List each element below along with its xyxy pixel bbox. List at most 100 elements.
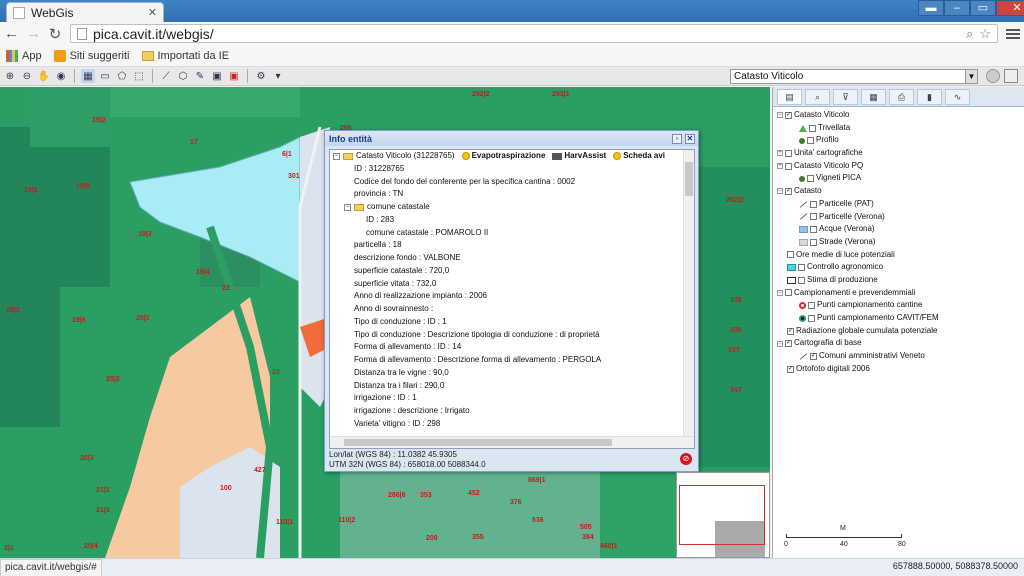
layer-item[interactable]: − ✓ Cartografia di base (777, 337, 1021, 350)
layer-select[interactable]: Catasto Viticolo ▼ (730, 69, 978, 84)
settings-gear-icon[interactable] (986, 69, 1000, 83)
layer-checkbox[interactable] (798, 264, 805, 272)
clear-selection-icon[interactable]: ✎ (193, 69, 207, 83)
vertical-scrollbar[interactable] (683, 150, 694, 436)
close-window-icon[interactable]: ✕ (685, 133, 695, 144)
bookmark-suggested-sites[interactable]: Siti suggeriti (53, 49, 130, 62)
select-box-icon[interactable]: ⬚ (132, 69, 146, 83)
tooltip-icon[interactable]: ▭ (98, 69, 112, 83)
reload-icon[interactable]: ↻ (48, 25, 62, 43)
layer-checkbox[interactable] (798, 276, 805, 284)
layer-item[interactable]: Ore medie di luce potenziali (777, 249, 1021, 262)
fullscreen-icon[interactable] (1004, 69, 1018, 83)
layer-checkbox[interactable] (807, 175, 814, 183)
tree-root[interactable]: − Catasto Viticolo (31228765) Evapotrasp… (330, 150, 684, 163)
page-info-icon[interactable] (77, 27, 87, 40)
layer-item[interactable]: Vigneti PICA (777, 172, 1021, 185)
scheda-button[interactable]: Scheda avi (613, 150, 665, 163)
collapse-icon[interactable]: − (777, 340, 783, 347)
info-window[interactable]: Info entità ▫ ✕ − Catasto Viticolo (3122… (324, 130, 699, 472)
tab-graph[interactable]: ∿ (945, 89, 970, 105)
layer-item[interactable]: Profilo (777, 134, 1021, 147)
evapotraspirazione-button[interactable]: Evapotraspirazione (461, 150, 545, 163)
layer-item[interactable]: + Unita' cartografiche (777, 147, 1021, 160)
collapse-icon[interactable]: − (777, 112, 783, 119)
user-icon[interactable]: ▬ (918, 0, 944, 16)
browser-menu-icon[interactable] (1006, 28, 1020, 39)
measure-line-icon[interactable]: ⟋ (159, 69, 173, 83)
close-window-icon[interactable]: ✕ (996, 0, 1024, 16)
select-icon[interactable]: ▦ (81, 69, 95, 83)
layer-item[interactable]: Punti campionamento cantine (777, 299, 1021, 312)
collapse-icon[interactable]: − (777, 289, 783, 296)
tab-print[interactable]: ⎙ (889, 89, 914, 105)
overview-map[interactable] (676, 472, 770, 558)
layer-checkbox[interactable]: ✓ (785, 187, 792, 195)
restore-window-icon[interactable]: ▫ (672, 133, 682, 144)
layer-item[interactable]: ✓ Radiazione globale cumulata potenziale (777, 325, 1021, 338)
select-polygon-icon[interactable]: ⬠ (115, 69, 129, 83)
chevron-down-icon[interactable]: ▼ (965, 70, 977, 83)
layer-item[interactable]: ✓ Ortofoto digitali 2006 (777, 363, 1021, 376)
layer-item[interactable]: Acque (Verona) (777, 223, 1021, 236)
layer-checkbox[interactable]: ✓ (785, 111, 792, 119)
collapse-icon[interactable]: − (777, 188, 783, 195)
dropdown-icon[interactable]: ▾ (271, 69, 285, 83)
horizontal-scrollbar[interactable] (330, 436, 694, 448)
layer-checkbox[interactable] (810, 200, 817, 208)
forward-icon[interactable]: → (26, 25, 41, 42)
layer-item[interactable]: Trivellata (777, 122, 1021, 135)
tools-icon[interactable]: ⚙ (254, 69, 268, 83)
tab-chart[interactable]: ▮ (917, 89, 942, 105)
bookmark-imported-ie[interactable]: Importati da IE (141, 50, 229, 62)
layer-item[interactable]: Particelle (PAT) (777, 198, 1021, 211)
layer-checkbox[interactable] (785, 162, 792, 170)
layer-item[interactable]: − Campionamenti e prevendemmiali (777, 287, 1021, 300)
layer-checkbox[interactable] (785, 149, 792, 157)
layer-item[interactable]: ✓ Comuni amministrativi Veneto (777, 350, 1021, 363)
back-icon[interactable]: ← (4, 25, 19, 42)
layer-item[interactable]: Controllo agronomico (777, 261, 1021, 274)
maximize-icon[interactable]: ▭ (970, 0, 996, 16)
layer-checkbox[interactable] (785, 289, 792, 297)
browser-tab[interactable]: WebGis ✕ (6, 2, 164, 22)
layer-item[interactable]: + Catasto Viticolo PQ (777, 160, 1021, 173)
layer-checkbox[interactable] (810, 226, 817, 234)
save-icon[interactable]: ▣ (210, 69, 224, 83)
layer-item[interactable]: − ✓ Catasto (777, 185, 1021, 198)
zoom-in-icon[interactable]: ⊕ (3, 69, 17, 83)
tree-comune-group[interactable]: − comune catastale (330, 201, 684, 214)
bookmark-app[interactable]: App (6, 49, 42, 62)
layer-checkbox[interactable] (810, 213, 817, 221)
layer-item[interactable]: − ✓ Catasto Viticolo (777, 109, 1021, 122)
zoom-extent-icon[interactable]: ◉ (54, 69, 68, 83)
tab-layers[interactable]: ▤ (777, 89, 802, 105)
layer-checkbox[interactable]: ✓ (785, 340, 792, 348)
pan-hand-icon[interactable]: ✋ (37, 69, 51, 83)
address-bar[interactable]: pica.cavit.it/webgis/ ⌕ ☆ (70, 24, 998, 43)
layer-checkbox[interactable] (810, 238, 817, 246)
expand-icon[interactable]: + (777, 150, 783, 157)
expand-icon[interactable]: + (777, 163, 783, 170)
measure-area-icon[interactable]: ⬡ (176, 69, 190, 83)
delete-icon[interactable]: ▣ (227, 69, 241, 83)
layer-item[interactable]: Stima di produzione (777, 274, 1021, 287)
layer-checkbox[interactable]: ✓ (810, 352, 817, 360)
tab-search[interactable]: ⌕ (805, 89, 830, 105)
collapse-icon[interactable]: − (344, 203, 351, 211)
layer-item[interactable]: Punti campionamento CAVIT/FEM (777, 312, 1021, 325)
bookmark-star-icon[interactable]: ☆ (979, 26, 991, 42)
layer-checkbox[interactable] (808, 314, 815, 322)
layer-checkbox[interactable] (787, 251, 794, 259)
zoom-out-icon[interactable]: ⊖ (20, 69, 34, 83)
url-text[interactable]: pica.cavit.it/webgis/ (93, 26, 960, 42)
layer-item[interactable]: Particelle (Verona) (777, 211, 1021, 224)
tab-table[interactable]: ▦ (861, 89, 886, 105)
tab-filter[interactable]: ⊽ (833, 89, 858, 105)
harvassist-button[interactable]: HarvAssist (552, 150, 606, 163)
layer-checkbox[interactable] (808, 302, 815, 310)
layer-checkbox[interactable] (809, 124, 816, 132)
clear-marker-icon[interactable]: ⊘ (680, 453, 692, 465)
layer-checkbox[interactable]: ✓ (787, 365, 794, 373)
overview-extent-frame[interactable] (679, 485, 765, 545)
